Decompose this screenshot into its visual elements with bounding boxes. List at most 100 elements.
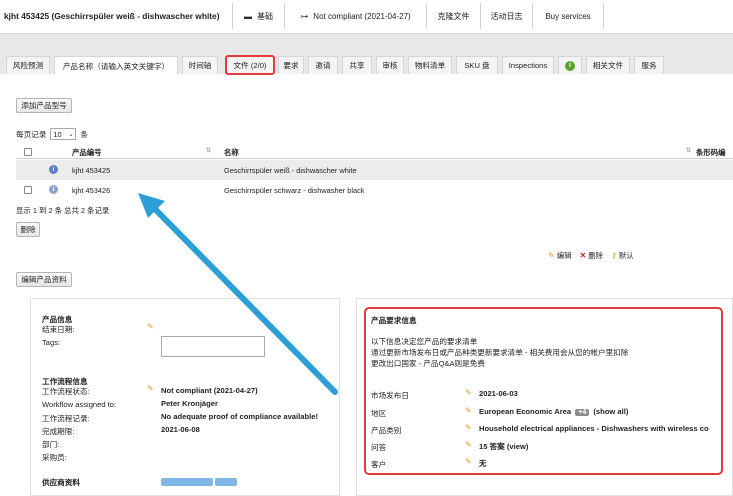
- tab-label: 相关文件: [592, 61, 624, 70]
- qa-view-link[interactable]: (view): [507, 442, 529, 451]
- tab-label: 共享: [349, 61, 365, 70]
- edit-label: 编辑: [556, 251, 572, 260]
- table-row[interactable]: i kjht 453425 Geschirrspüler weiß - dish…: [16, 160, 733, 180]
- tab-requirements[interactable]: 要求: [278, 56, 304, 74]
- page-size-select[interactable]: 10 ⌄: [50, 128, 77, 140]
- activity-log-button[interactable]: 活动日志: [480, 3, 532, 29]
- tab-sharing[interactable]: 共享: [342, 56, 372, 74]
- region-count-badge: +4: [575, 409, 590, 416]
- deadline-value: 2021-06-08: [161, 425, 200, 434]
- page-size-suffix: 条: [80, 129, 88, 139]
- qa-label: 问答: [371, 443, 387, 452]
- activity-log-label: 活动日志: [490, 11, 523, 21]
- tab-label: 文件 (2/0): [233, 61, 267, 70]
- tab-services[interactable]: 服务: [634, 56, 664, 74]
- tab-label: 时间轴: [188, 61, 212, 70]
- workflow-status-value: Not compliant (2021-04-27): [161, 386, 258, 395]
- product-name: Geschirrspüler schwarz - dishwasher blac…: [224, 186, 365, 195]
- supplier-button-strip[interactable]: [161, 478, 213, 486]
- pencil-icon[interactable]: ✎: [465, 423, 472, 432]
- tab-label: Inspections: [508, 61, 548, 70]
- pencil-icon[interactable]: ✎: [465, 406, 472, 415]
- tab-label: 审核: [382, 61, 398, 70]
- category-label: 产品类别: [371, 426, 402, 435]
- sort-icon: ⇅: [206, 148, 212, 154]
- tags-input[interactable]: [161, 336, 265, 357]
- close-icon: ✕: [579, 251, 587, 260]
- workflow-status-label: Not compliant (2021-04-27): [313, 11, 411, 21]
- end-date-label: 结束日期:: [42, 325, 75, 334]
- record-header: kjht 453425 (Geschirrspüler weiß - dishw…: [0, 0, 733, 34]
- supplier-button-strip[interactable]: [215, 478, 237, 486]
- tab-product-name[interactable]: 产品名称（请输入英文关键字）: [54, 56, 178, 75]
- page-size-value: 10: [53, 129, 62, 139]
- select-all-checkbox[interactable]: [24, 148, 32, 156]
- edit-product-button[interactable]: 编辑产品资料: [16, 272, 72, 287]
- tab-related-files[interactable]: 相关文件: [586, 56, 630, 74]
- edit-action[interactable]: ✎ 编辑: [548, 250, 572, 261]
- pencil-icon[interactable]: ✎: [465, 457, 472, 466]
- column-product-id[interactable]: 产品编号: [72, 147, 102, 158]
- requirements-heading: 产品要求信息: [371, 316, 417, 325]
- delete-label: 删除: [588, 251, 603, 260]
- workflow-assigned-label: Workflow assigned to:: [42, 400, 117, 409]
- tab-label: 风险预测: [12, 61, 44, 70]
- default-action[interactable]: ⚷ 默认: [611, 250, 634, 261]
- tab-timeline[interactable]: 时间轴: [182, 56, 218, 74]
- table-row[interactable]: i kjht 453426 Geschirrspüler schwarz - d…: [16, 180, 733, 200]
- info-icon[interactable]: i: [49, 165, 58, 174]
- workflow-status-label: 工作流程状态:: [42, 387, 90, 396]
- add-product-model-button[interactable]: 添加产品型号: [16, 98, 72, 113]
- column-barcode[interactable]: 条形码编: [696, 147, 726, 158]
- qa-value: 15 答案 (view): [479, 441, 528, 452]
- delete-action[interactable]: ✕ 删除: [580, 250, 604, 261]
- show-all-link[interactable]: (show all): [593, 407, 628, 416]
- product-id: kjht 453425: [72, 166, 111, 175]
- pencil-icon[interactable]: ✎: [147, 322, 154, 331]
- record-title: kjht 453425 (Geschirrspüler weiß - dishw…: [4, 11, 220, 21]
- tab-label: 物料清单: [414, 61, 446, 70]
- release-date-value: 2021-06-03: [479, 389, 518, 398]
- customer-value: 无: [479, 459, 487, 468]
- deadline-label: 完成期限:: [42, 427, 75, 436]
- row-actions: ✎ 编辑 ✕ 删除 ⚷ 默认: [548, 250, 634, 261]
- product-info-panel: [30, 298, 340, 496]
- info-icon[interactable]: i: [49, 185, 58, 194]
- workflow-status-button[interactable]: ⊶ Not compliant (2021-04-27): [284, 3, 426, 29]
- delete-button[interactable]: 删除: [16, 222, 40, 237]
- requirements-desc-3: 更改出口国家 - 产品Q&A则是免费: [371, 359, 485, 368]
- tab-risk-prediction[interactable]: 风险预测: [6, 56, 50, 74]
- buy-services-label: Buy services: [545, 11, 591, 21]
- clone-file-button[interactable]: 克隆文件: [426, 3, 480, 29]
- column-name[interactable]: 名称: [224, 147, 239, 158]
- workflow-assigned-value: Peter Kronjäger: [161, 399, 218, 408]
- pencil-icon[interactable]: ✎: [465, 440, 472, 449]
- region-value: European Economic Area +4 (show all): [479, 407, 628, 416]
- tab-inspections[interactable]: Inspections: [502, 56, 554, 74]
- product-id: kjht 453426: [72, 186, 111, 195]
- pencil-icon[interactable]: ✎: [147, 384, 154, 393]
- row-checkbox[interactable]: [24, 186, 32, 194]
- tab-files[interactable]: 文件 (2/0): [225, 55, 275, 75]
- tab-bom[interactable]: 物料清单: [408, 56, 452, 74]
- tab-label: SKU 盘: [464, 61, 490, 70]
- pencil-icon: ✎: [548, 251, 555, 260]
- workflow-record-value: No adequate proof of compliance availabl…: [161, 412, 318, 421]
- region-name: European Economic Area: [479, 407, 572, 416]
- buy-services-button[interactable]: Buy services: [532, 3, 604, 29]
- basic-button[interactable]: ▬ 基础: [232, 3, 284, 29]
- tab-label: 邀请: [315, 61, 331, 70]
- product-name: Geschirrspüler weiß - dishwascher white: [224, 166, 357, 175]
- department-label: 部门:: [42, 440, 60, 449]
- tab-sku[interactable]: SKU 盘: [456, 56, 498, 74]
- tab-label: 服务: [641, 61, 657, 70]
- pencil-icon[interactable]: ✎: [465, 388, 472, 397]
- hierarchy-icon: ⊶: [300, 11, 309, 21]
- requirements-highlight-box: [364, 307, 723, 475]
- tab-invitations[interactable]: 邀请: [308, 56, 338, 74]
- requirements-desc-2: 通过更新市场发布日或产品种类更新要求清单 - 相关费用会从您的帐户里扣除: [371, 348, 629, 357]
- page-size-control: 每页记录 10 ⌄ 条: [16, 128, 88, 140]
- tab-label: 要求: [283, 61, 299, 70]
- tab-audit[interactable]: 审核: [376, 56, 404, 74]
- tab-info[interactable]: i: [558, 56, 582, 74]
